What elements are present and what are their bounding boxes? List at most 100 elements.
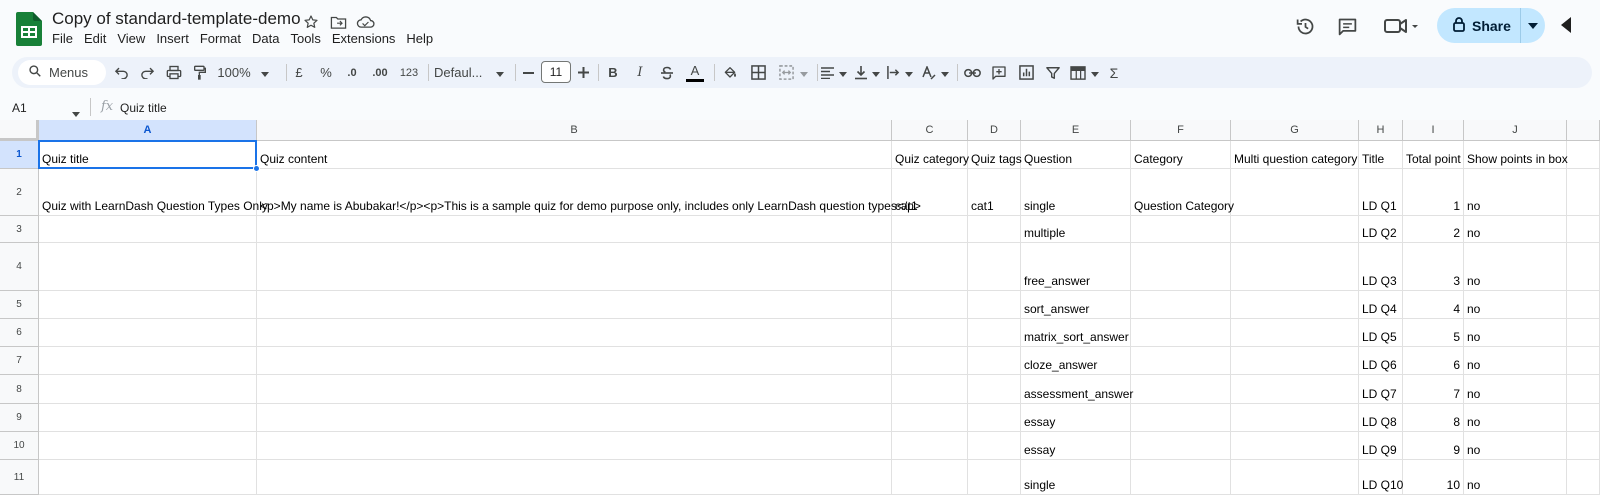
cell-j6[interactable]: no (1464, 319, 1567, 347)
cell-d2[interactable]: cat1 (968, 169, 1021, 216)
increase-font-size-button[interactable] (575, 57, 591, 88)
fill-handle[interactable] (253, 165, 260, 172)
menu-edit[interactable]: Edit (84, 31, 106, 46)
cell-a4[interactable] (39, 243, 257, 291)
cell-e10[interactable]: essay (1021, 432, 1131, 460)
cell-c2[interactable]: cat1 (892, 169, 968, 216)
cell-g7[interactable] (1231, 347, 1359, 375)
cell-f5[interactable] (1131, 291, 1231, 319)
menu-format[interactable]: Format (200, 31, 241, 46)
cell-c8[interactable] (892, 375, 968, 404)
formula-input[interactable]: Quiz title (120, 101, 167, 115)
cell-j10[interactable]: no (1464, 432, 1567, 460)
cell-f7[interactable] (1131, 347, 1231, 375)
share-button[interactable]: Share (1437, 8, 1545, 43)
fill-color-icon[interactable] (719, 57, 741, 88)
star-icon[interactable] (301, 12, 321, 32)
cell-f11[interactable] (1131, 460, 1231, 495)
cell-i10[interactable]: 9 (1403, 432, 1464, 460)
menu-search[interactable]: Menus (18, 60, 106, 85)
cell-a3[interactable] (39, 216, 257, 243)
cell-i1[interactable]: Total point (1403, 141, 1464, 169)
cell-i5[interactable]: 4 (1403, 291, 1464, 319)
menu-help[interactable]: Help (406, 31, 433, 46)
cell-i9[interactable]: 8 (1403, 404, 1464, 432)
cell-a7[interactable] (39, 347, 257, 375)
cell-e5[interactable]: sort_answer (1021, 291, 1131, 319)
cell-b11[interactable] (257, 460, 892, 495)
cell-g4[interactable] (1231, 243, 1359, 291)
cell-f1[interactable]: Category (1131, 141, 1231, 169)
cell-h7[interactable]: LD Q6 (1359, 347, 1403, 375)
cell-i7[interactable]: 6 (1403, 347, 1464, 375)
cell-b5[interactable] (257, 291, 892, 319)
cell-a1[interactable]: Quiz title (39, 141, 257, 169)
cell-b3[interactable] (257, 216, 892, 243)
menu-insert[interactable]: Insert (156, 31, 189, 46)
cell-g6[interactable] (1231, 319, 1359, 347)
cell-e4[interactable]: free_answer (1021, 243, 1131, 291)
cell-f10[interactable] (1131, 432, 1231, 460)
column-header-c[interactable]: C (892, 120, 968, 141)
cell-i3[interactable]: 2 (1403, 216, 1464, 243)
cell-g2[interactable] (1231, 169, 1359, 216)
column-header-f[interactable]: F (1131, 120, 1231, 141)
row-header-6[interactable]: 6 (0, 319, 39, 347)
cell-g8[interactable] (1231, 375, 1359, 404)
cell-f9[interactable] (1131, 404, 1231, 432)
cell-d4[interactable] (968, 243, 1021, 291)
move-folder-icon[interactable] (328, 12, 348, 32)
cell-i4[interactable]: 3 (1403, 243, 1464, 291)
cell-e3[interactable]: multiple (1021, 216, 1131, 243)
merge-cells-icon[interactable] (774, 57, 812, 88)
cell-a11[interactable] (39, 460, 257, 495)
cell-h6[interactable]: LD Q5 (1359, 319, 1403, 347)
cell-d5[interactable] (968, 291, 1021, 319)
cell-d10[interactable] (968, 432, 1021, 460)
menu-extensions[interactable]: Extensions (332, 31, 396, 46)
cell-b4[interactable] (257, 243, 892, 291)
cell-f2[interactable]: Question Category (1131, 169, 1234, 216)
cell-h8[interactable]: LD Q7 (1359, 375, 1403, 404)
cell-i8[interactable]: 7 (1403, 375, 1464, 404)
cell-h10[interactable]: LD Q9 (1359, 432, 1403, 460)
chart-icon[interactable] (1015, 57, 1037, 88)
cell-h1[interactable]: Title (1359, 141, 1403, 169)
cell-e1[interactable]: Question (1021, 141, 1131, 169)
share-dropdown-icon[interactable] (1521, 22, 1545, 29)
text-color-button[interactable]: A (684, 57, 706, 88)
cell-d1[interactable]: Quiz tags (968, 141, 1022, 169)
cell-j7[interactable]: no (1464, 347, 1567, 375)
row-header-2[interactable]: 2 (0, 169, 39, 216)
row-header-10[interactable]: 10 (0, 432, 39, 460)
cell-d8[interactable] (968, 375, 1021, 404)
column-header-h[interactable]: H (1359, 120, 1403, 141)
borders-icon[interactable] (747, 57, 769, 88)
cell-filler[interactable] (1567, 375, 1600, 404)
zoom-select[interactable]: 100% (216, 57, 270, 88)
insert-comment-icon[interactable] (988, 57, 1010, 88)
cell-b6[interactable] (257, 319, 892, 347)
decrease-font-size-button[interactable] (520, 57, 536, 88)
cell-c5[interactable] (892, 291, 968, 319)
cell-j8[interactable]: no (1464, 375, 1567, 404)
cell-c6[interactable] (892, 319, 968, 347)
row-header-1[interactable]: 1 (0, 141, 39, 169)
cell-j11[interactable]: no (1464, 460, 1567, 495)
comment-icon[interactable] (1335, 14, 1359, 38)
cell-d6[interactable] (968, 319, 1021, 347)
cell-g11[interactable] (1231, 460, 1359, 495)
cell-i11[interactable]: 10 (1403, 460, 1464, 495)
decrease-decimal-button[interactable]: .0 (341, 57, 363, 88)
cell-a5[interactable] (39, 291, 257, 319)
font-family-select[interactable]: Defaul... (434, 57, 506, 88)
row-header-11[interactable]: 11 (0, 460, 39, 495)
cell-d9[interactable] (968, 404, 1021, 432)
cell-h11[interactable]: LD Q10 (1359, 460, 1403, 495)
cell-e2[interactable]: single (1021, 169, 1131, 216)
bold-button[interactable]: B (604, 57, 622, 88)
cloud-status-icon[interactable] (355, 12, 375, 32)
currency-format-button[interactable]: £ (290, 57, 308, 88)
cell-filler[interactable] (1567, 291, 1600, 319)
cell-b2[interactable]: <p>My name is Abubakar!</p><p>This is a … (257, 169, 921, 216)
